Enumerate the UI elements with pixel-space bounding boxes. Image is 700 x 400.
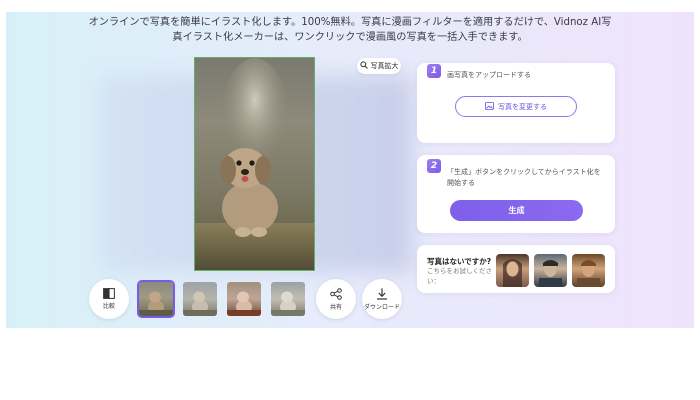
search-icon <box>359 61 368 71</box>
download-icon <box>376 288 388 302</box>
step-generate-text: 「生成」ボタンをクリックしてからイラスト化を開始する <box>447 168 601 187</box>
change-photo-label: 写真を変更する <box>498 102 547 111</box>
step-upload-card: 1 画写真をアップロードする 写真を変更する <box>417 63 615 143</box>
share-button[interactable]: 共有 <box>316 279 356 319</box>
zoom-button[interactable]: 写真拡大 <box>357 58 401 74</box>
page-description: オンラインで写真を簡単にイラスト化します。100%無料。写真に漫画フィルターを適… <box>88 17 612 43</box>
thumbnail-3[interactable] <box>227 282 261 316</box>
change-photo-button[interactable]: 写真を変更する <box>455 96 577 117</box>
zoom-label: 写真拡大 <box>370 62 399 70</box>
step-upload-text: 画写真をアップロードする <box>447 71 531 79</box>
sample-portrait-woman[interactable] <box>496 254 529 287</box>
compare-label: 比較 <box>102 303 115 310</box>
header-strip <box>6 0 694 12</box>
image-icon <box>485 101 494 112</box>
share-label: 共有 <box>329 303 342 311</box>
generate-button[interactable]: 生成 <box>450 200 583 221</box>
no-photo-subtitle: こちらをお試しください： <box>427 267 492 285</box>
compare-button[interactable]: 比較 <box>89 279 129 319</box>
download-button[interactable]: ダウンロード <box>362 279 402 319</box>
sample-portrait-boy[interactable] <box>572 254 605 287</box>
step-generate-card: 2 「生成」ボタンをクリックしてからイラスト化を開始する 生成 <box>417 155 615 233</box>
sample-photos-card: 写真はないですか? こちらをお試しください： <box>417 245 615 293</box>
thumbnail-2[interactable] <box>183 282 217 316</box>
result-image[interactable] <box>194 57 315 271</box>
download-label: ダウンロード <box>363 303 400 311</box>
step-number: 2 <box>427 159 441 173</box>
thumbnail-4[interactable] <box>271 282 305 316</box>
share-icon <box>330 287 342 302</box>
compare-icon <box>103 288 115 301</box>
thumbnail-1[interactable] <box>137 280 175 318</box>
step-number: 1 <box>427 64 441 78</box>
sample-portrait-man[interactable] <box>534 254 567 287</box>
